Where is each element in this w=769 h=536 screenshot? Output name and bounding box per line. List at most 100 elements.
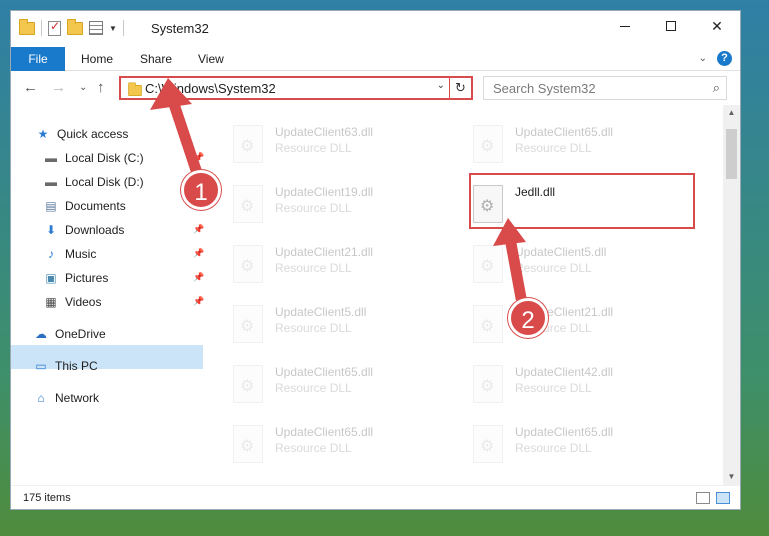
sidebar-item-label: Quick access [57, 127, 129, 141]
sidebar-item-local-disk-c[interactable]: ▬ Local Disk (C:) [43, 147, 144, 169]
file-item[interactable]: UpdateClient65.dll Resource DLL [473, 419, 703, 471]
dll-file-icon [473, 125, 503, 163]
address-dropdown-chevron-icon[interactable]: ⌄ [437, 80, 445, 91]
file-item[interactable]: UpdateClient5.dll Resource DLL [233, 299, 463, 351]
sidebar-item-label: Downloads [65, 223, 125, 237]
dll-file-icon [233, 245, 263, 283]
download-icon: ⬇ [45, 223, 57, 237]
address-bar[interactable]: C:\Windows\System32 ⌄ ↻ [119, 76, 473, 100]
dll-file-icon [473, 365, 503, 403]
tab-share[interactable]: Share [140, 47, 172, 71]
cloud-icon: ☁ [35, 327, 47, 341]
window-title: System32 [151, 21, 209, 36]
pin-icon[interactable]: 📌 [193, 296, 204, 307]
file-name: Jedll.dll [515, 185, 556, 199]
sidebar-item-local-disk-d[interactable]: ▬ Local Disk (D:) [43, 171, 144, 193]
sidebar-item-quick-access[interactable]: ★ Quick access [35, 123, 129, 145]
large-icons-view-icon[interactable] [716, 492, 730, 504]
tab-home[interactable]: Home [81, 47, 113, 71]
file-item[interactable]: UpdateClient65.dll Resource DLL [233, 359, 463, 411]
ribbon-tabs: File Home Share View ⌄ ? [11, 47, 740, 71]
back-arrow-icon[interactable]: ← [23, 79, 38, 96]
network-icon: ⌂ [37, 391, 45, 405]
pictures-icon: ▣ [45, 271, 57, 285]
file-type: Resource DLL [275, 441, 352, 455]
folder-icon [19, 18, 35, 35]
videos-icon: ▦ [45, 295, 57, 309]
toolbar-divider [41, 20, 42, 36]
file-item[interactable]: UpdateClient19.dll Resource DLL [233, 179, 463, 231]
file-list: UpdateClient63.dllResource DLL UpdateClie… [207, 105, 721, 485]
search-icon[interactable]: ⌕ [713, 80, 720, 96]
file-item[interactable]: UpdateClient21.dllResource DLL [473, 299, 703, 351]
quick-access-toolbar: ▼ [19, 18, 124, 36]
sidebar-item-documents[interactable]: ▤ Documents [43, 195, 125, 217]
sidebar-item-music[interactable]: ♪ Music [43, 243, 96, 265]
status-bar: 175 items [11, 485, 740, 509]
item-count: 175 items [23, 492, 71, 504]
dll-file-icon [233, 125, 263, 163]
file-item[interactable]: UpdateClient65.dll Resource DLL [233, 419, 463, 471]
sidebar-item-this-pc[interactable]: ▭ This PC [33, 355, 98, 377]
file-item[interactable]: UpdateClient5.dll Resource DLL [473, 239, 703, 291]
search-input[interactable]: Search System32 [493, 81, 596, 96]
sidebar-item-label: Local Disk (C:) [65, 151, 144, 165]
properties-check-icon[interactable] [48, 19, 61, 36]
file-type: Resource DLL [275, 321, 352, 335]
maximize-button[interactable] [648, 11, 694, 41]
sidebar-item-onedrive[interactable]: ☁ OneDrive [33, 323, 106, 345]
pin-icon[interactable]: 📌 [193, 248, 204, 259]
dll-file-icon [473, 305, 503, 343]
dll-file-icon [473, 425, 503, 463]
address-path[interactable]: C:\Windows\System32 [145, 81, 276, 96]
caption-buttons: ✕ [602, 11, 740, 41]
close-button[interactable]: ✕ [694, 11, 740, 41]
file-item[interactable]: UpdateClient65.dll Resource DLL [473, 119, 703, 171]
new-folder-icon[interactable] [67, 18, 83, 35]
tab-file[interactable]: File [11, 47, 65, 71]
file-item[interactable]: UpdateClient42.dll Resource DLL [473, 359, 703, 411]
expand-ribbon-chevron-icon[interactable]: ⌄ [699, 53, 707, 64]
help-icon[interactable]: ? [717, 51, 732, 66]
step-2-badge: 2 [508, 298, 548, 338]
pin-icon[interactable]: 📌 [193, 272, 204, 283]
sidebar-item-pictures[interactable]: ▣ Pictures [43, 267, 108, 289]
search-box[interactable]: Search System32 ⌕ [483, 76, 727, 100]
dll-file-icon [473, 245, 503, 283]
file-item[interactable]: UpdateClient21.dllResource DLL [233, 239, 463, 291]
file-item[interactable]: UpdateClient63.dll Resource DLL [233, 119, 463, 171]
scroll-up-icon[interactable]: ▲ [723, 105, 740, 121]
customize-toolbar-chevron-icon[interactable]: ▼ [109, 24, 117, 33]
forward-arrow-icon[interactable]: → [51, 79, 66, 96]
tab-view[interactable]: View [198, 47, 224, 71]
scroll-down-icon[interactable]: ▼ [723, 469, 740, 485]
sidebar-item-label: OneDrive [55, 327, 106, 341]
file-name: UpdateClient65.dll [515, 125, 614, 139]
file-type: Resource DLL [515, 141, 592, 155]
drive-icon: ▬ [45, 175, 57, 189]
scroll-thumb[interactable] [726, 129, 737, 179]
sidebar-item-downloads[interactable]: ⬇ Downloads [43, 219, 124, 241]
vertical-scrollbar[interactable]: ▲ ▼ [723, 105, 740, 485]
navigation-pane: ★ Quick access ▬ Local Disk (C:) 📌 ▬ Local Dis… [11, 105, 207, 485]
sidebar-item-label: Network [55, 391, 100, 405]
file-item-jedll[interactable]: Jedll.dll [473, 179, 703, 231]
sidebar-item-label: This PC [55, 359, 98, 373]
properties-icon[interactable] [89, 21, 103, 35]
file-name: UpdateClient19.dll [275, 185, 374, 199]
maximize-icon [666, 21, 676, 31]
minimize-button[interactable] [602, 11, 648, 41]
ribbon-controls: ⌄ ? [699, 51, 732, 66]
up-arrow-icon[interactable]: ↑ [97, 79, 105, 96]
details-view-icon[interactable] [696, 492, 710, 504]
sidebar-item-network[interactable]: ⌂ Network [33, 387, 99, 409]
pin-icon[interactable]: 📌 [193, 152, 204, 163]
recent-locations-chevron-icon[interactable]: ⌄ [79, 82, 87, 93]
refresh-icon[interactable]: ↻ [449, 78, 471, 98]
file-name: UpdateClient65.dll [515, 425, 614, 439]
sidebar-item-videos[interactable]: ▦ Videos [43, 291, 101, 313]
documents-icon: ▤ [45, 199, 57, 213]
file-type: Resource DLL [515, 441, 592, 455]
file-type: Resource DLL [515, 381, 592, 395]
pin-icon[interactable]: 📌 [193, 224, 204, 235]
